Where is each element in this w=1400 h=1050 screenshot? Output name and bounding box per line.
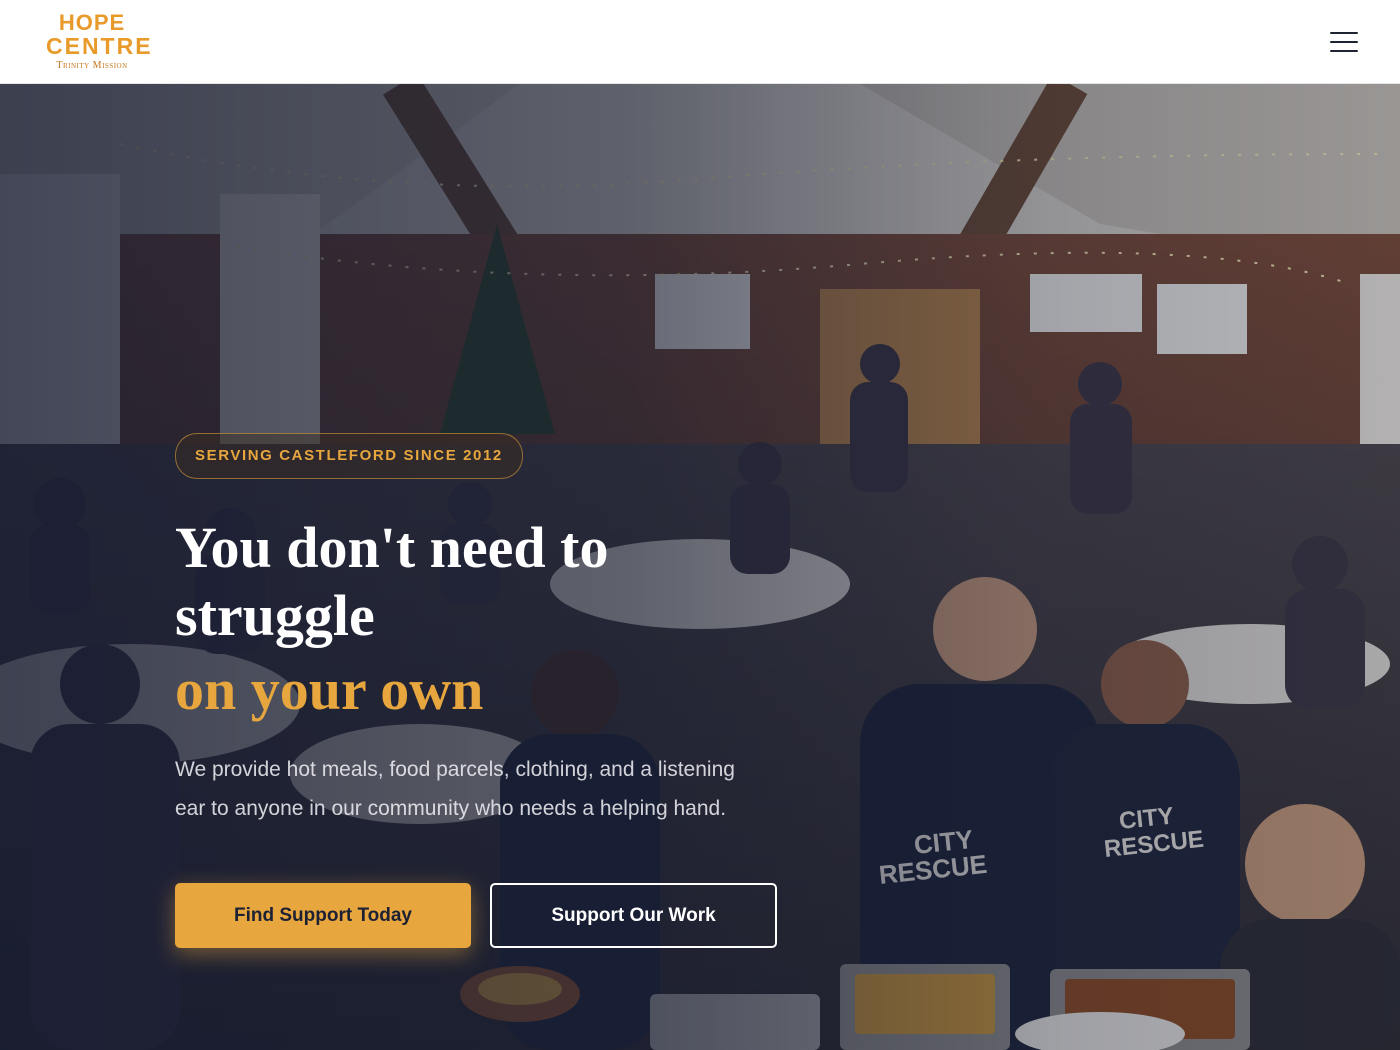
menu-bar bbox=[1330, 50, 1358, 52]
logo-word-centre: CENTRE bbox=[46, 33, 153, 59]
find-support-button[interactable]: Find Support Today bbox=[175, 883, 471, 948]
site-logo[interactable]: HOPE CENTRE Trinity Mission bbox=[46, 10, 153, 74]
hamburger-menu-icon[interactable] bbox=[1314, 22, 1372, 62]
menu-bar bbox=[1330, 32, 1358, 34]
logo-word-hope: HOPE bbox=[58, 10, 126, 35]
logo-subtitle: Trinity Mission bbox=[56, 60, 128, 71]
hero-headline: You don't need to struggle bbox=[175, 515, 609, 648]
hero-lead-text: We provide hot meals, food parcels, clot… bbox=[175, 758, 735, 820]
hero-headline-accent: on your own bbox=[175, 657, 484, 722]
since-badge: SERVING CASTLEFORD SINCE 2012 bbox=[175, 433, 523, 479]
site-header: HOPE CENTRE Trinity Mission bbox=[0, 0, 1400, 84]
support-our-work-button[interactable]: Support Our Work bbox=[490, 883, 777, 948]
hero-section: CITY RESCUE CITY RESCUE SERVING CASTLEFO… bbox=[0, 84, 1400, 1050]
menu-bar bbox=[1330, 41, 1358, 43]
